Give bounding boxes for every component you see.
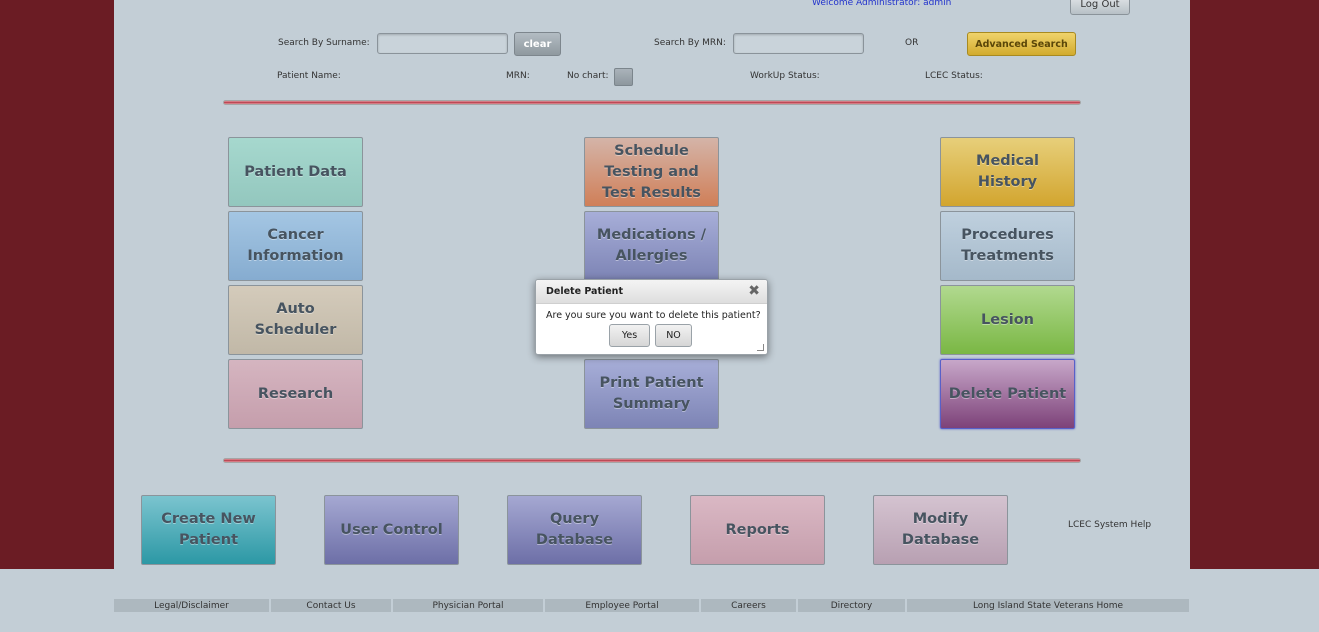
mrn-label: MRN:	[506, 71, 530, 81]
auto-scheduler-tile[interactable]: Auto Scheduler	[228, 285, 363, 355]
procedures-treatments-tile[interactable]: Procedures Treatments	[940, 211, 1075, 281]
close-icon[interactable]: ✖	[748, 284, 760, 298]
dialog-header: Delete Patient ✖	[536, 280, 767, 304]
no-chart-checkbox[interactable]	[614, 68, 633, 86]
resize-grip-icon[interactable]	[757, 344, 764, 351]
no-button[interactable]: NO	[655, 324, 692, 347]
reports-button[interactable]: Reports	[690, 495, 825, 565]
yes-button[interactable]: Yes	[609, 324, 650, 347]
surname-search-input[interactable]	[377, 33, 508, 54]
delete-patient-dialog: Delete Patient ✖ Are you sure you want t…	[535, 279, 768, 355]
top-divider	[223, 100, 1081, 105]
cancer-information-tile[interactable]: Cancer Information	[228, 211, 363, 281]
footer-legal-link[interactable]: Legal/Disclaimer	[114, 599, 269, 612]
medical-history-tile[interactable]: Medical History	[940, 137, 1075, 207]
dialog-title: Delete Patient	[546, 286, 623, 297]
mrn-search-input[interactable]	[733, 33, 864, 54]
dialog-message: Are you sure you want to delete this pat…	[546, 310, 761, 321]
no-chart-label: No chart:	[567, 71, 609, 81]
clear-button[interactable]: clear	[514, 32, 561, 56]
lesion-tile[interactable]: Lesion	[940, 285, 1075, 355]
right-border	[1190, 0, 1319, 569]
medications-allergies-tile[interactable]: Medications / Allergies	[584, 211, 719, 281]
query-database-button[interactable]: Query Database	[507, 495, 642, 565]
patient-name-label: Patient Name:	[277, 71, 341, 81]
logout-button[interactable]: Log Out	[1070, 0, 1130, 15]
research-tile[interactable]: Research	[228, 359, 363, 429]
footer-careers-link[interactable]: Careers	[701, 599, 796, 612]
advanced-search-button[interactable]: Advanced Search	[967, 32, 1076, 56]
patient-data-tile[interactable]: Patient Data	[228, 137, 363, 207]
print-patient-summary-tile[interactable]: Print Patient Summary	[584, 359, 719, 429]
workup-status-label: WorkUp Status:	[750, 71, 820, 81]
modify-database-button[interactable]: Modify Database	[873, 495, 1008, 565]
footer-contact-link[interactable]: Contact Us	[271, 599, 391, 612]
left-border	[0, 0, 114, 569]
or-label: OR	[905, 38, 919, 48]
user-control-button[interactable]: User Control	[324, 495, 459, 565]
system-help-link[interactable]: LCEC System Help	[1068, 520, 1151, 530]
footer-physician-portal-link[interactable]: Physician Portal	[393, 599, 543, 612]
mrn-search-label: Search By MRN:	[654, 38, 726, 48]
delete-patient-tile[interactable]: Delete Patient	[940, 359, 1075, 429]
footer: Legal/Disclaimer Contact Us Physician Po…	[114, 599, 1189, 612]
footer-employee-portal-link[interactable]: Employee Portal	[545, 599, 699, 612]
schedule-testing-tile[interactable]: Schedule Testing and Test Results	[584, 137, 719, 207]
welcome-text: Welcome Administrator: admin	[812, 0, 952, 8]
footer-veterans-home-link[interactable]: Long Island State Veterans Home	[907, 599, 1189, 612]
surname-label: Search By Surname:	[278, 38, 370, 48]
create-new-patient-button[interactable]: Create New Patient	[141, 495, 276, 565]
footer-directory-link[interactable]: Directory	[798, 599, 905, 612]
bottom-divider	[223, 458, 1081, 463]
lcec-status-label: LCEC Status:	[925, 71, 983, 81]
